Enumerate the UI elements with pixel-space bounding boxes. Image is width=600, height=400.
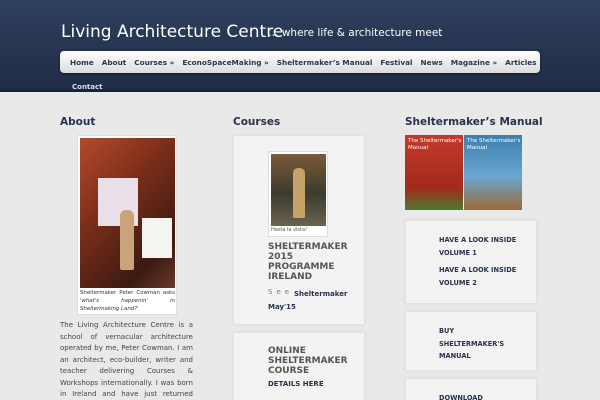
card1-link[interactable]: Sheltermaker May'15 [268, 288, 358, 313]
manual-link-download[interactable]: DOWNLOAD [439, 392, 483, 400]
card1-title[interactable]: SHELTERMAKER 2015 PROGRAMME IRELAND [268, 242, 358, 283]
about-text: The Living Architecture Centre is a scho… [60, 321, 193, 399]
about-heading: About [60, 116, 96, 128]
site-header: Living Architecture Centre … where life … [0, 0, 600, 92]
courses-heading: Courses [233, 116, 281, 128]
manual-volume2-cover[interactable]: The Sheltermaker's Manual [464, 135, 522, 210]
about-photo-frame: Sheltermaker Peter Cowman asks 'what's h… [77, 135, 177, 315]
card2-title[interactable]: ONLINE SHELTERMAKER COURSE [268, 346, 358, 377]
speaker-figure [120, 210, 134, 270]
course-photo-frame: Hasta la vista! [268, 151, 328, 237]
manual-heading: Sheltermaker’s Manual [405, 116, 543, 128]
about-photo-caption: Sheltermaker Peter Cowman asks 'what's h… [80, 290, 175, 313]
about-photo[interactable] [80, 138, 175, 288]
main-nav: Home About Courses » EconoSpaceMaking » … [60, 51, 540, 73]
manual-volume1-cover[interactable]: The Sheltermaker's Manual [405, 135, 463, 210]
nav-magazine[interactable]: Magazine » [447, 58, 501, 67]
manual-link-volume1[interactable]: HAVE A LOOK INSIDE VOLUME 1 [439, 234, 529, 259]
caption-italic: 'what's happenin' in Sheltermaking Land?… [80, 297, 175, 312]
nav-contact[interactable]: Contact [72, 83, 103, 91]
manual-link-volume2[interactable]: HAVE A LOOK INSIDE VOLUME 2 [439, 264, 529, 289]
nav-sheltermakers-manual[interactable]: Sheltermaker’s Manual [273, 58, 377, 67]
nav-news[interactable]: News [417, 58, 447, 67]
book1-title: The Sheltermaker's Manual [408, 138, 462, 151]
person-figure [293, 168, 305, 218]
book2-title: The Sheltermaker's Manual [467, 138, 521, 151]
nav-about[interactable]: About [98, 58, 131, 67]
site-tagline: … where life & architecture meet [268, 27, 443, 39]
nav-festival[interactable]: Festival [376, 58, 416, 67]
flipchart [142, 218, 172, 258]
site-title[interactable]: Living Architecture Centre [61, 22, 283, 42]
nav-home[interactable]: Home [66, 58, 98, 67]
nav-econospacemaking[interactable]: EconoSpaceMaking » [178, 58, 272, 67]
card2-link[interactable]: DETAILS HERE [268, 380, 324, 388]
nav-courses[interactable]: Courses » [130, 58, 178, 67]
course-photo[interactable] [271, 154, 326, 226]
caption-plain: Sheltermaker Peter Cowman asks [80, 290, 175, 296]
manual-link-buy[interactable]: BUY SHELTERMAKER'S MANUAL [439, 325, 519, 363]
course-photo-caption: Hasta la vista! [271, 227, 308, 233]
nav-articles[interactable]: Articles [501, 58, 540, 67]
manual-card-inside [405, 220, 537, 304]
